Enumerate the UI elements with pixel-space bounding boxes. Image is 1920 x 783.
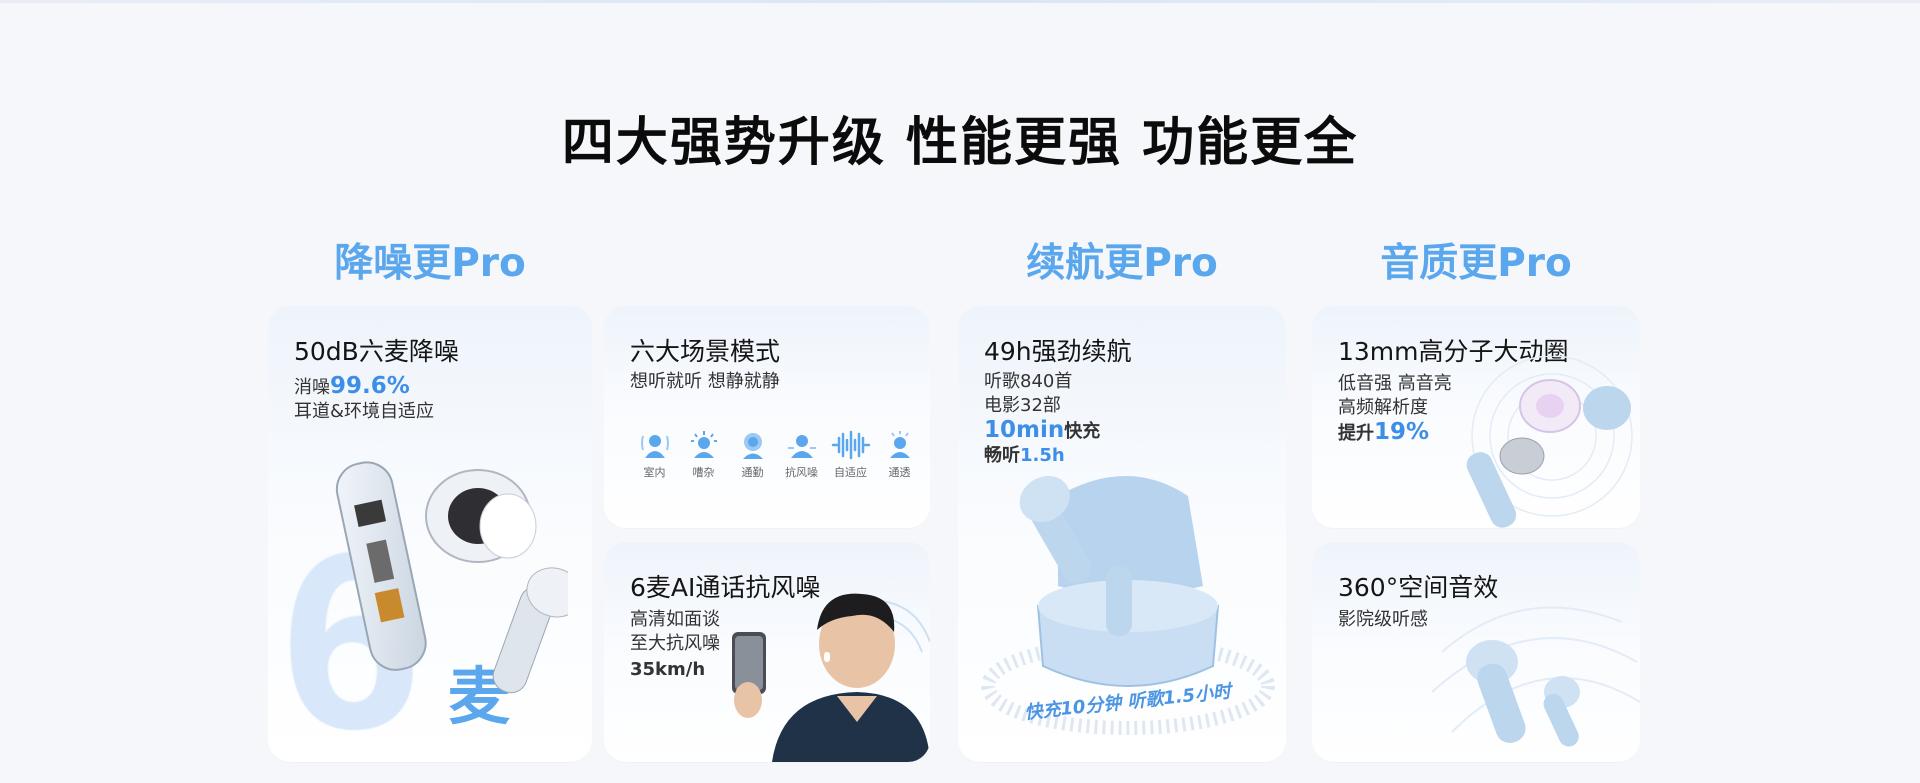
calls-line2: 至大抗风噪 (630, 633, 720, 654)
mode-transparent[interactable]: 通透 (875, 430, 924, 480)
calls-card: 6麦AI通话抗风噪 高清如面谈 至大抗风噪 35km/h (604, 542, 930, 762)
anc-title: 50dB六麦降噪 (294, 337, 459, 366)
section-title-battery: 续航更Pro (1026, 241, 1218, 286)
transparent-earbud-image (335, 461, 568, 694)
battery-title: 49h强劲续航 (984, 337, 1132, 366)
adaptive-icon (831, 430, 870, 460)
section-title-sound: 音质更Pro (1380, 241, 1572, 286)
earbuds-spatial-image (1431, 606, 1640, 747)
spatial-line1: 影院级听感 (1338, 609, 1428, 630)
driver-line2: 高频解析度 (1338, 397, 1428, 418)
page-title: 四大强势升级 性能更强 功能更全 (561, 113, 1359, 173)
modes-card: 六大场景模式 想听就听 想静就静 室内 嘈杂 通勤 抗风噪 自适应 通透 (604, 306, 930, 528)
top-divider (0, 0, 1920, 3)
anc-value: 99.6% (330, 373, 410, 399)
battery-line2: 电影32部 (984, 395, 1061, 416)
battery-card: 49h强劲续航 听歌840首 电影32部 10min快充 畅听1.5h 快充10… (958, 306, 1286, 762)
battery-line3: 10min快充 (984, 417, 1101, 443)
calls-value: 35km/h (630, 659, 706, 680)
anc-card: 50dB六麦降噪 消噪99.6% 耳道&环境自适应 6 麦 (268, 306, 592, 762)
person-with-phone-image (732, 593, 930, 762)
mode-commute[interactable]: 通勤 (728, 430, 777, 480)
section-title-noise: 降噪更Pro (334, 241, 526, 286)
driver-line1: 低音强 高音亮 (1338, 373, 1452, 394)
mode-list: 室内 嘈杂 通勤 抗风噪 自适应 通透 (630, 430, 924, 480)
battery-line1: 听歌840首 (984, 371, 1073, 392)
driver-exploded-image (1466, 356, 1633, 528)
mode-noisy[interactable]: 嘈杂 (679, 430, 728, 480)
driver-line3: 提升19% (1338, 419, 1430, 445)
noisy-icon (690, 431, 717, 458)
calls-line1: 高清如面谈 (630, 609, 720, 630)
mode-wind[interactable]: 抗风噪 (777, 430, 826, 480)
transparent-icon (889, 431, 910, 458)
wind-icon (787, 435, 816, 458)
anc-line1: 消噪99.6% (294, 373, 410, 399)
anc-line2: 耳道&环境自适应 (294, 401, 435, 422)
modes-title: 六大场景模式 (630, 337, 781, 366)
spatial-card: 360°空间音效 影院级听感 (1312, 542, 1640, 762)
mode-indoor[interactable]: 室内 (630, 430, 679, 480)
driver-card: 13mm高分子大动圈 低音强 高音亮 高频解析度 提升19% (1312, 306, 1640, 528)
modes-subtitle: 想听就听 想静就静 (630, 371, 780, 392)
indoor-icon (640, 435, 669, 458)
mode-adaptive[interactable]: 自适应 (826, 430, 875, 480)
commute-icon (742, 433, 763, 459)
